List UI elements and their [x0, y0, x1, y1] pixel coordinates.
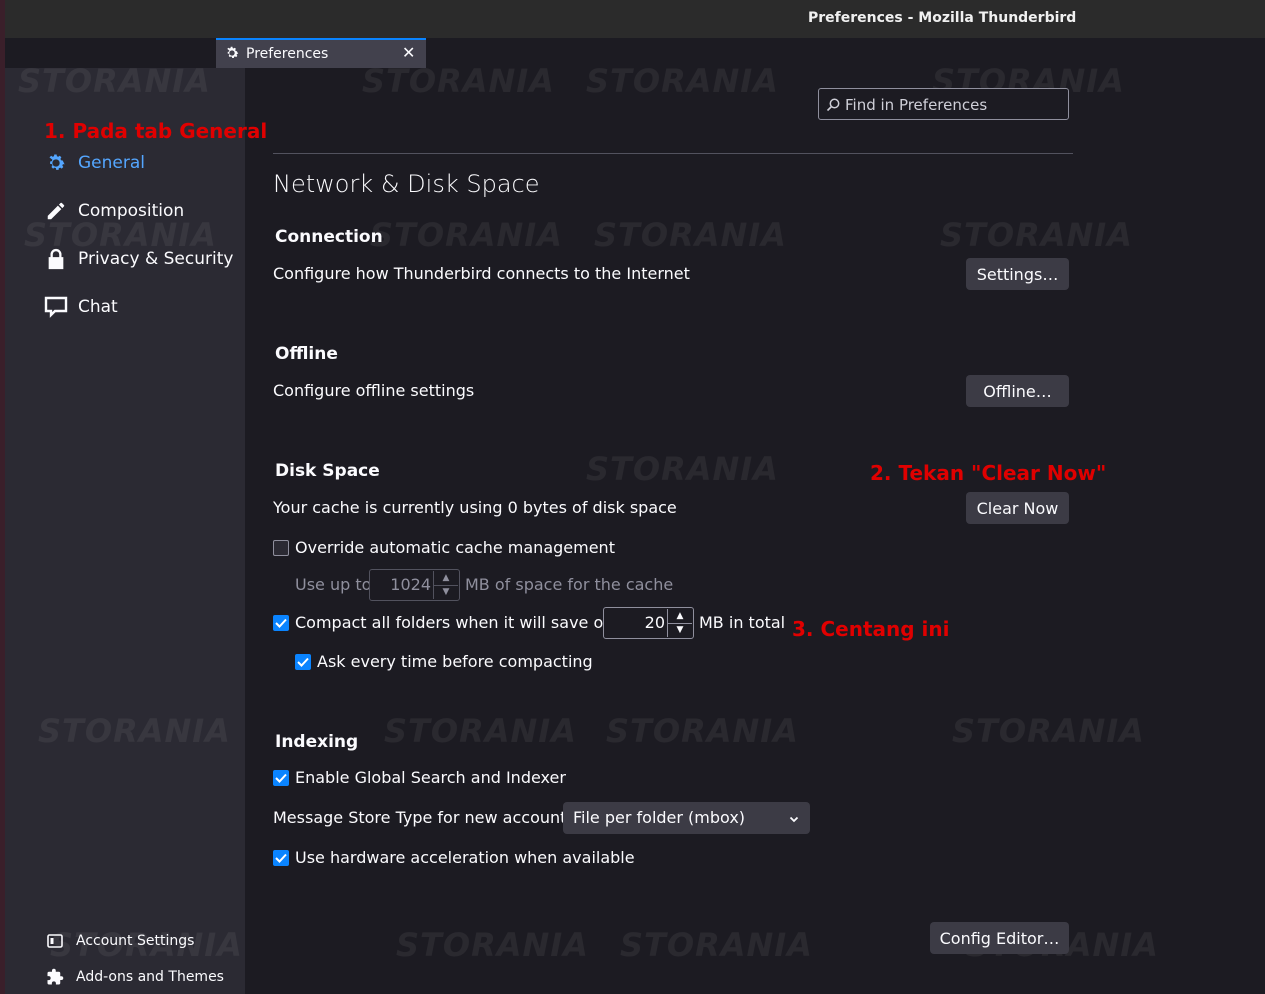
chat-icon: [44, 295, 68, 319]
window-title: Preferences - Mozilla Thunderbird: [808, 10, 1077, 26]
account-icon: [46, 932, 64, 950]
message-store-select[interactable]: File per folder (mbox): [563, 802, 810, 834]
chevron-up-icon: ▲: [442, 572, 450, 583]
chevron-down-icon[interactable]: ▼: [668, 622, 692, 638]
watermark: STORANIA: [940, 216, 1133, 254]
compact-threshold-stepper[interactable]: 20 ▲ ▼: [603, 607, 694, 639]
watermark: STORANIA: [396, 926, 589, 964]
tab-strip: [5, 38, 1265, 68]
chevron-down-icon: [788, 810, 800, 829]
offline-description: Configure offline settings: [273, 381, 475, 400]
page-title: Network & Disk Space: [273, 170, 540, 198]
watermark: STORANIA: [384, 712, 577, 750]
sidebar-item-privacy[interactable]: Privacy & Security: [44, 243, 233, 275]
clear-now-button[interactable]: Clear Now: [966, 492, 1069, 524]
cache-size-stepper: 1024 ▲ ▼: [369, 569, 460, 601]
close-icon[interactable]: ✕: [402, 43, 415, 62]
indexing-heading: Indexing: [275, 732, 359, 752]
tab-preferences[interactable]: Preferences ✕: [216, 38, 426, 68]
checkmark-icon: [297, 657, 309, 667]
compact-threshold-value: 20: [644, 613, 665, 632]
sidebar-item-label: Composition: [78, 201, 185, 221]
watermark: STORANIA: [370, 216, 563, 254]
sidebar-item-addons[interactable]: Add-ons and Themes: [46, 965, 224, 989]
sidebar-item-label: General: [78, 153, 145, 173]
sidebar-item-label: Add-ons and Themes: [76, 969, 224, 985]
connection-settings-button[interactable]: Settings…: [966, 258, 1069, 290]
ask-before-compacting-checkbox[interactable]: [295, 654, 311, 670]
gear-icon: [44, 151, 68, 175]
sidebar-item-label: Account Settings: [76, 933, 195, 949]
hardware-acceleration-checkbox[interactable]: [273, 850, 289, 866]
override-cache-label: Override automatic cache management: [295, 538, 615, 557]
compact-folders-label: Compact all folders when it will save ov…: [295, 613, 630, 632]
chevron-down-icon: ▼: [434, 584, 458, 600]
checkmark-icon: [275, 773, 287, 783]
connection-description: Configure how Thunderbird connects to th…: [273, 264, 690, 283]
checkmark-icon: [275, 853, 287, 863]
cache-size-suffix: MB of space for the cache: [465, 575, 674, 594]
cache-size-value: 1024: [390, 575, 431, 594]
gear-icon: [224, 45, 240, 65]
connection-heading: Connection: [275, 227, 383, 247]
pencil-icon: [44, 199, 68, 223]
puzzle-icon: [46, 968, 64, 986]
watermark: STORANIA: [952, 712, 1145, 750]
tab-label: Preferences: [246, 46, 329, 62]
config-editor-button[interactable]: Config Editor…: [930, 922, 1069, 954]
sidebar-item-label: Privacy & Security: [78, 249, 234, 269]
search-box[interactable]: [818, 88, 1069, 121]
watermark: STORANIA: [606, 712, 799, 750]
hardware-acceleration-label: Use hardware acceleration when available: [295, 848, 635, 867]
search-input[interactable]: [843, 89, 1067, 121]
watermark: STORANIA: [620, 926, 813, 964]
sidebar-item-label: Chat: [78, 297, 118, 317]
global-search-label: Enable Global Search and Indexer: [295, 768, 566, 787]
sidebar-item-general[interactable]: General: [44, 147, 145, 179]
annotation-step-2: 2. Tekan "Clear Now": [870, 461, 1107, 485]
watermark: STORANIA: [586, 450, 779, 488]
global-search-checkbox[interactable]: [273, 770, 289, 786]
watermark: STORANIA: [594, 216, 787, 254]
offline-heading: Offline: [275, 344, 338, 364]
override-cache-checkbox[interactable]: [273, 540, 289, 556]
cache-usage-text: Your cache is currently using 0 bytes of…: [273, 498, 677, 517]
use-up-to-label: Use up to: [295, 575, 372, 594]
compact-folders-checkbox[interactable]: [273, 615, 289, 631]
message-store-label: Message Store Type for new accounts:: [273, 808, 581, 827]
divider: [273, 153, 1073, 154]
annotation-step-1: 1. Pada tab General: [44, 119, 268, 143]
search-icon: [826, 97, 840, 116]
checkmark-icon: [275, 618, 287, 628]
ask-before-compacting-label: Ask every time before compacting: [317, 652, 593, 671]
lock-icon: [44, 247, 68, 271]
disk-space-heading: Disk Space: [275, 461, 380, 481]
chevron-up-icon[interactable]: ▲: [668, 609, 692, 623]
sidebar-item-composition[interactable]: Composition: [44, 195, 184, 227]
annotation-step-3: 3. Centang ini: [792, 617, 950, 641]
compact-threshold-suffix: MB in total: [699, 613, 786, 632]
offline-button[interactable]: Offline…: [966, 375, 1069, 407]
sidebar-item-account-settings[interactable]: Account Settings: [46, 929, 194, 953]
message-store-value: File per folder (mbox): [573, 808, 746, 827]
sidebar-item-chat[interactable]: Chat: [44, 291, 118, 323]
